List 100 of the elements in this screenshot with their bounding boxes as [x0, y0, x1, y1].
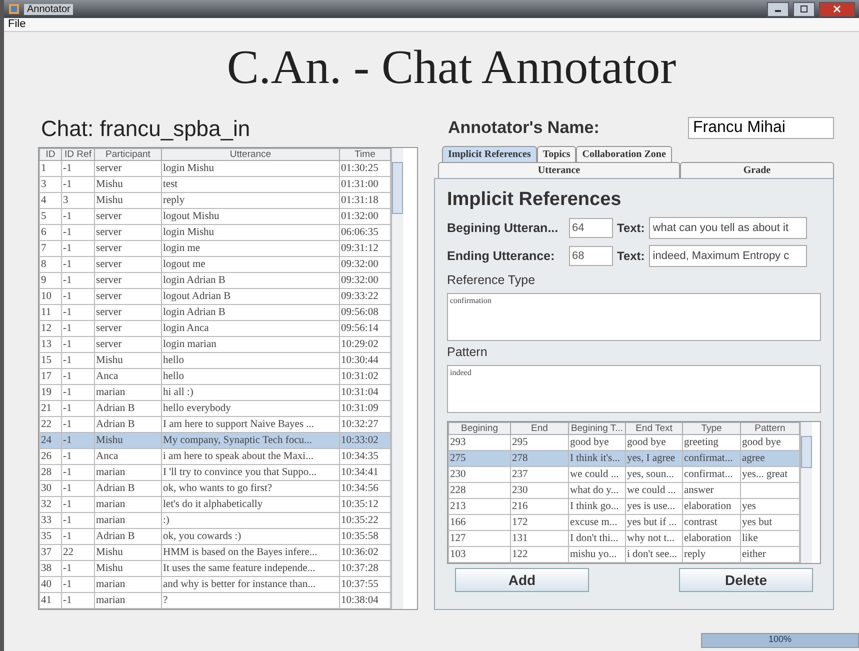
table-cell: 21 [40, 400, 62, 416]
table-row[interactable]: 5 -1 server logout Mishu 01:32:00 [40, 208, 390, 224]
column-header[interactable]: ID Ref [62, 148, 94, 160]
table-cell: -1 [62, 208, 94, 224]
table-cell: 40 [40, 576, 62, 592]
table-cell: -1 [62, 464, 94, 480]
utterance-id-field[interactable]: 68 [569, 246, 613, 266]
table-row[interactable]: 35 -1 Adrian B ok, you cowards :) 10:35:58 [40, 528, 390, 544]
table-cell: server [94, 272, 162, 288]
table-cell: 26 [40, 448, 62, 464]
table-cell: 228 [450, 485, 466, 496]
table-cell: yes, soun... [627, 469, 674, 480]
table-row[interactable]: 32 -1 marian let's do it alphabetically 10:35:12 [40, 496, 390, 512]
table-cell: server [94, 208, 162, 224]
utterance-text-field[interactable]: indeed, Maximum Entropy c [648, 245, 807, 267]
table-cell: good bye [742, 437, 781, 448]
table-row[interactable]: 213 216 I think go... yes is use... elaboration yes [448, 498, 800, 514]
column-header[interactable]: Begining [448, 422, 510, 434]
table-row[interactable]: 26 -1 Anca i am here to speak about the Maxi... 10:34:35 [40, 448, 390, 464]
tab[interactable]: Topics [536, 146, 576, 162]
close-button[interactable] [819, 2, 855, 16]
table-row[interactable]: 19 -1 marian hi all :) 10:31:04 [40, 384, 390, 400]
column-header[interactable]: Utterance [162, 148, 340, 160]
maximize-icon [799, 5, 809, 13]
annotator-name-field[interactable]: Francu Mihai [688, 117, 834, 139]
table-row[interactable]: 28 -1 marian I 'll try to convince you that Suppo... 10:34:41 [40, 464, 390, 480]
table-row[interactable]: 21 -1 Adrian B hello everybody 10:31:09 [40, 400, 390, 416]
table-cell: marian [94, 384, 162, 400]
table-cell: -1 [62, 272, 94, 288]
table-cell: ? [162, 592, 340, 608]
table-cell: hello [162, 368, 340, 384]
action-button[interactable]: Delete [679, 568, 813, 592]
table-row[interactable]: 15 -1 Mishu hello 10:30:44 [40, 352, 390, 368]
utterance-id-field[interactable]: 64 [569, 218, 613, 238]
maximize-button[interactable] [793, 2, 815, 16]
table-cell: 19 [40, 384, 62, 400]
table-cell: excuse m... [570, 517, 618, 528]
table-cell: 10:33:02 [340, 432, 390, 448]
tab[interactable]: Implicit References [442, 146, 537, 162]
table-row[interactable]: 37 22 Mishu HMM is based on the Bayes infere... 10:36:02 [40, 544, 390, 560]
table-row[interactable]: 103 122 mishu yo... i don't see... reply either [448, 546, 800, 562]
table-row[interactable]: 30 -1 Adrian B ok, who wants to go first? 10:34:56 [40, 480, 390, 496]
table-row[interactable]: 10 -1 server logout Adrian B 09:33:22 [40, 288, 390, 304]
table-row[interactable]: 12 -1 server login Anca 09:56:14 [40, 320, 390, 336]
scrollbar[interactable] [391, 148, 403, 609]
column-header[interactable]: Pattern [740, 422, 800, 434]
column-header[interactable]: End Text [626, 422, 682, 434]
table-row[interactable]: 24 -1 Mishu My company, Synaptic Tech focu... 10:33:02 [40, 432, 390, 448]
table-cell: 275 [450, 453, 466, 464]
tab[interactable]: Grade [680, 162, 834, 178]
table-row[interactable]: 7 -1 server login me 09:31:12 [40, 240, 390, 256]
column-header[interactable]: Begining T... [568, 422, 626, 434]
action-button[interactable]: Add [455, 568, 589, 592]
column-header[interactable]: ID [40, 148, 62, 160]
text-area[interactable]: confirmation [447, 293, 821, 341]
minimize-button[interactable] [767, 2, 789, 16]
table-row[interactable]: 1 -1 server login Mishu 01:30:25 [40, 160, 390, 176]
table-cell: 30 [40, 480, 62, 496]
table-row[interactable]: 17 -1 Anca hello 10:31:02 [40, 368, 390, 384]
table-cell: like [742, 533, 758, 544]
table-row[interactable]: 38 -1 Mishu It uses the same feature independe... 10:37:28 [40, 560, 390, 576]
tab[interactable]: Utterance [438, 162, 680, 178]
column-header[interactable]: Participant [94, 148, 162, 160]
table-cell: yes but [742, 517, 772, 528]
column-header[interactable]: End [510, 422, 568, 434]
tab[interactable]: Collaboration Zone [576, 146, 672, 162]
table-row[interactable]: 11 -1 server login Adrian B 09:56:08 [40, 304, 390, 320]
progress-text: 100% [767, 634, 793, 644]
table-row[interactable]: 166 172 excuse m... yes but if ... contrast yes but [448, 514, 800, 530]
utterance-text-field[interactable]: what can you tell as about it [648, 217, 807, 239]
table-row[interactable]: 40 -1 marian and why is better for instance than... 10:37:55 [40, 576, 390, 592]
table-row[interactable]: 3 -1 Mishu test 01:31:00 [40, 176, 390, 192]
table-row[interactable]: 8 -1 server logout me 09:32:00 [40, 256, 390, 272]
table-row[interactable]: 228 230 what do y... we could ... answer [448, 482, 800, 498]
table-cell: marian [94, 576, 162, 592]
table-row[interactable]: 275 278 I think it's... yes, I agree confirmat... agree [448, 450, 800, 466]
table-cell: 28 [40, 464, 62, 480]
table-cell: what do y... [570, 485, 619, 496]
table-row[interactable]: 4 3 Mishu reply 01:31:18 [40, 192, 390, 208]
table-cell: Mishu [94, 352, 162, 368]
column-header[interactable]: Time [340, 148, 390, 160]
scrollbar[interactable] [800, 422, 812, 563]
table-cell: 10 [40, 288, 62, 304]
table-row[interactable]: 13 -1 server login marian 10:29:02 [40, 336, 390, 352]
field-label: Begining Utteran... [447, 221, 560, 235]
table-row[interactable]: 9 -1 server login Adrian B 09:32:00 [40, 272, 390, 288]
table-cell: server [94, 224, 162, 240]
table-row[interactable]: 41 -1 marian ? 10:38:04 [40, 592, 390, 608]
table-row[interactable]: 230 237 we could ... yes, soun... confirmat... yes... great [448, 466, 800, 482]
table-cell: -1 [62, 560, 94, 576]
text-area[interactable]: indeed [447, 365, 821, 413]
column-header[interactable]: Type [682, 422, 740, 434]
table-row[interactable]: 6 -1 server login Mishu 06:06:35 [40, 224, 390, 240]
table-row[interactable]: 127 131 I don't thi... why not t... elaboration like [448, 530, 800, 546]
table-cell: 41 [40, 592, 62, 608]
menu-item[interactable]: File [8, 18, 26, 31]
table-row[interactable]: 33 -1 marian :) 10:35:22 [40, 512, 390, 528]
table-cell: 103 [450, 549, 466, 560]
panel-heading: Implicit References [447, 189, 622, 211]
field-label: Ending Utterance: [447, 249, 556, 263]
